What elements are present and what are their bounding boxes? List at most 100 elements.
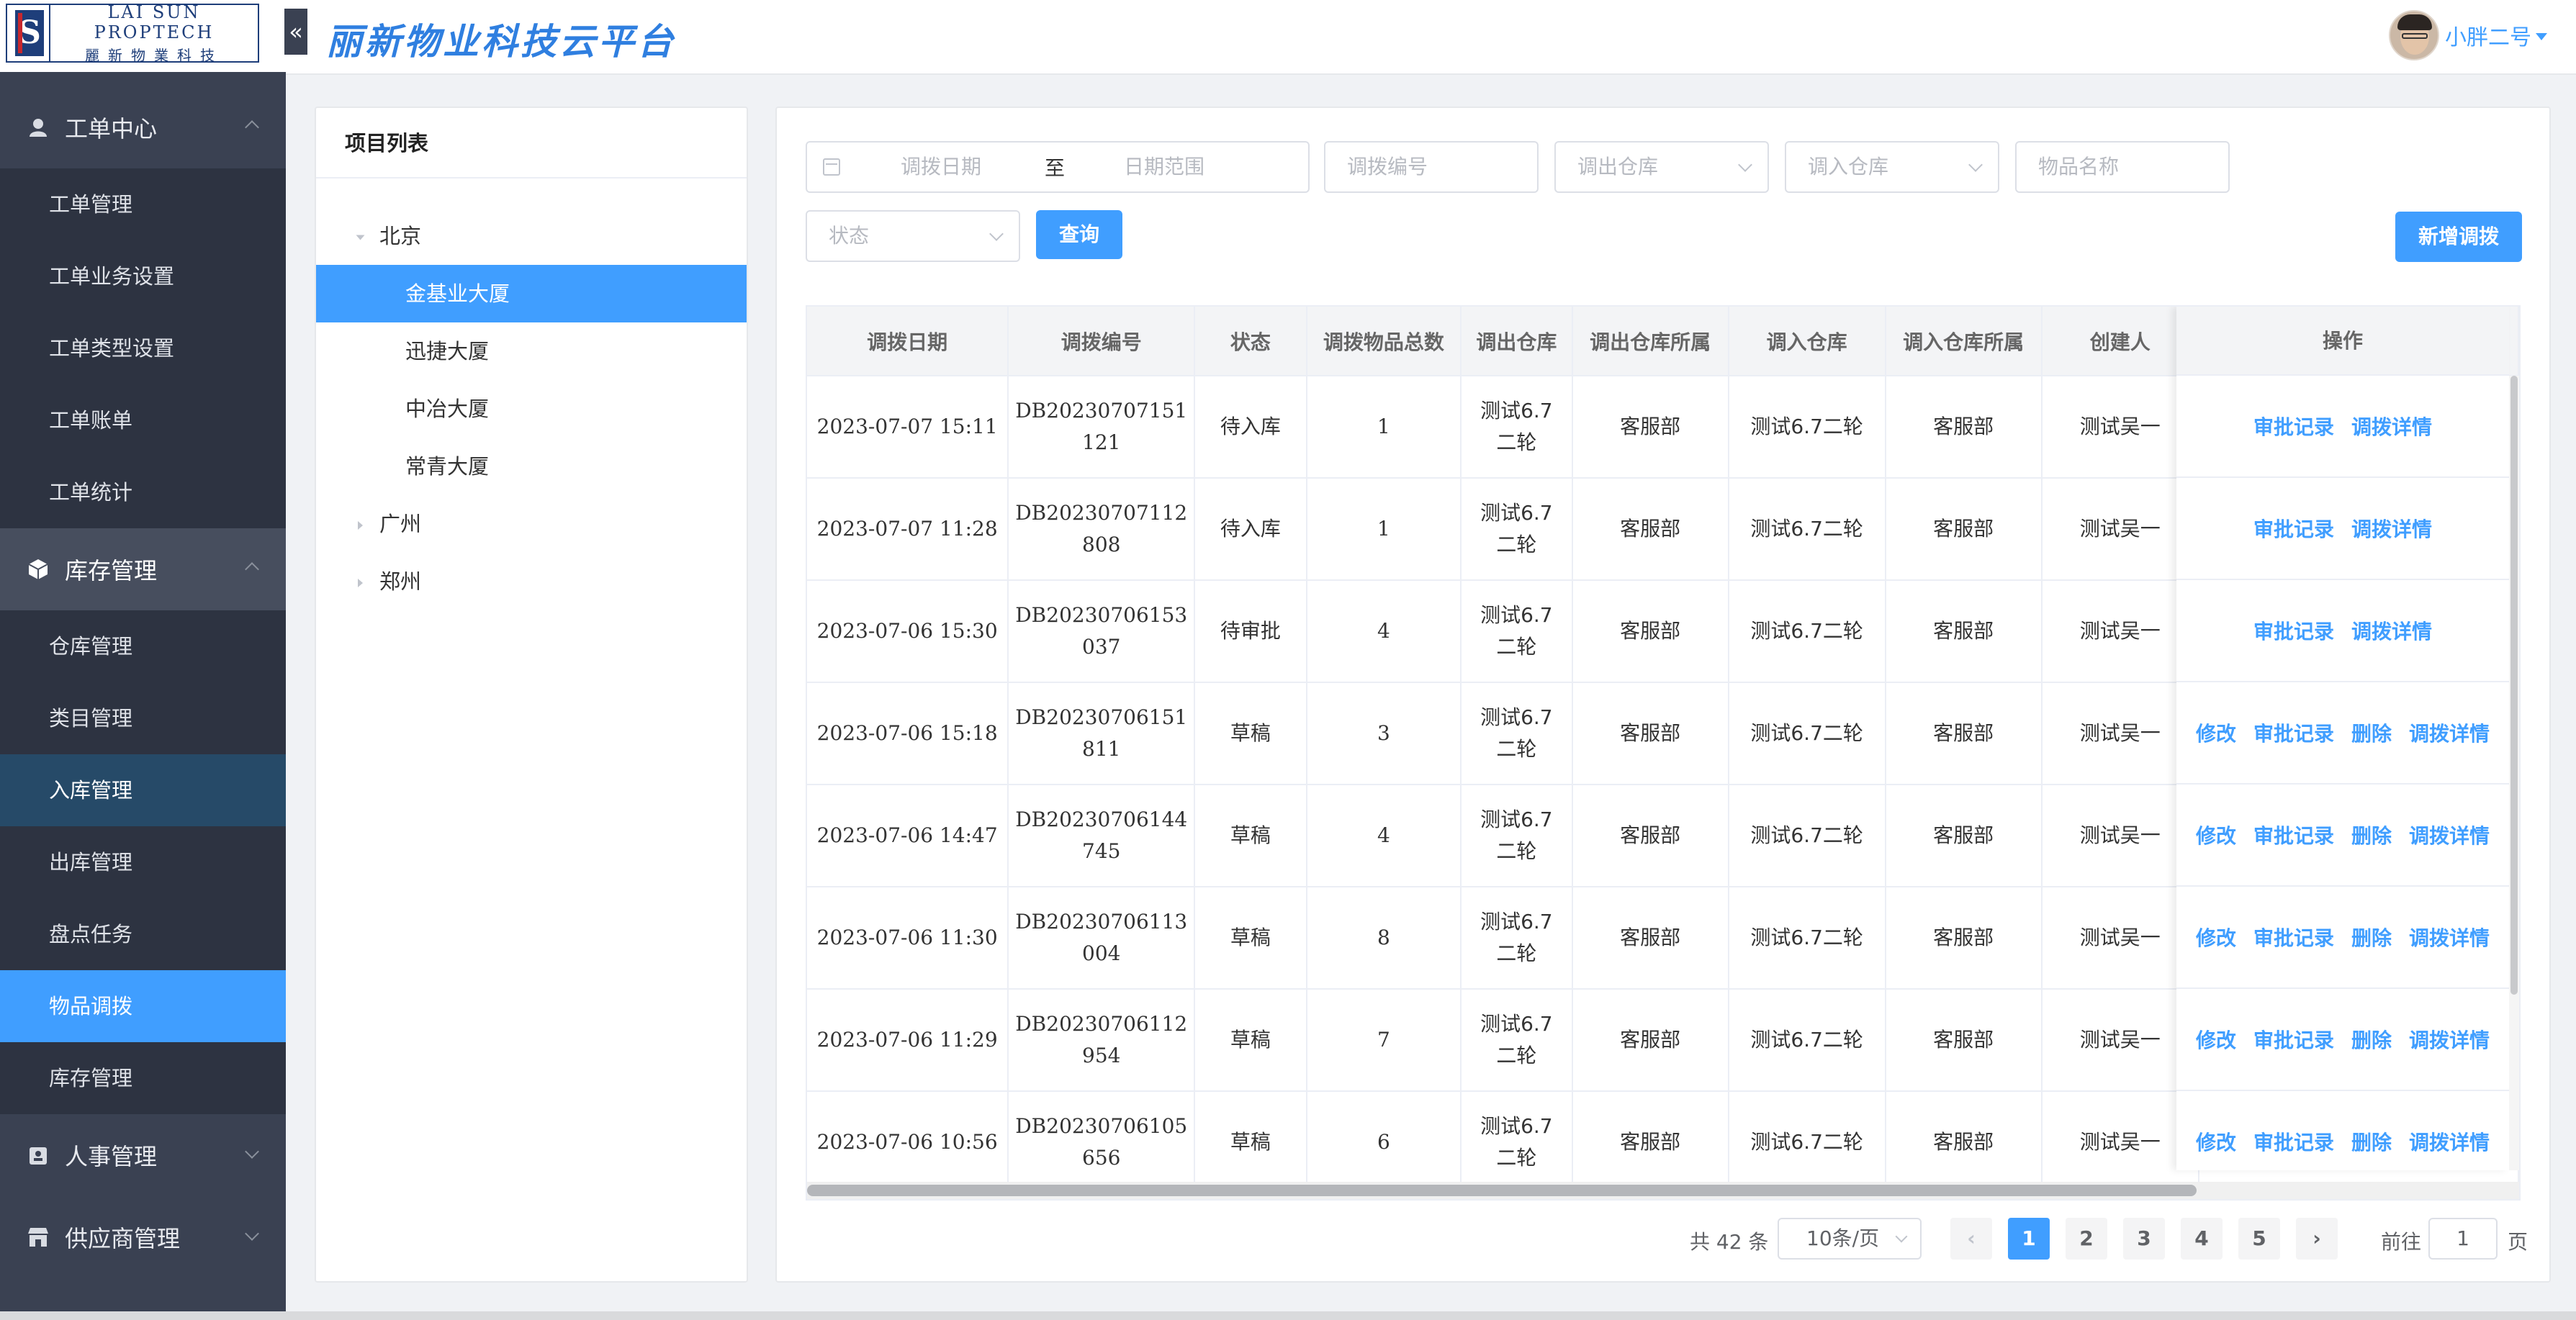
column-header[interactable]: 调入仓库	[1728, 307, 1886, 376]
transfer-detail-link[interactable]: 调拨详情	[2409, 1025, 2490, 1054]
tree-node-zhongye[interactable]: 中冶大厦	[316, 380, 747, 438]
approval-record-link[interactable]: 审批记录	[2253, 923, 2334, 951]
delete-link[interactable]: 删除	[2351, 718, 2392, 747]
next-page-button[interactable]: ›	[2296, 1218, 2338, 1260]
sidebar-item-workorder-stats[interactable]: 工单统计	[0, 456, 286, 528]
column-header[interactable]: 调出仓库所属	[1572, 307, 1729, 376]
sidebar-group-workorder[interactable]: 工单中心	[0, 86, 286, 168]
column-header[interactable]: 调拨物品总数	[1306, 307, 1462, 376]
caret-down-icon[interactable]	[356, 235, 365, 240]
prev-page-button[interactable]: ‹	[1950, 1218, 1992, 1260]
column-header[interactable]: 调入仓库所属	[1885, 307, 2043, 376]
sidebar-item-stocktake-task[interactable]: 盘点任务	[0, 898, 286, 970]
approval-record-link[interactable]: 审批记录	[2253, 514, 2334, 543]
sidebar-item-workorder-bill[interactable]: 工单账单	[0, 384, 286, 456]
sidebar-item-warehouse-manage[interactable]: 仓库管理	[0, 610, 286, 682]
cell-in-owner: 客服部	[1885, 376, 2043, 479]
vertical-scroll-thumb[interactable]	[2510, 376, 2518, 995]
sidebar-item-workorder-manage[interactable]: 工单管理	[0, 168, 286, 240]
column-header[interactable]: 调拨日期	[807, 307, 1009, 376]
sidebar-item-workorder-type-settings[interactable]: 工单类型设置	[0, 312, 286, 384]
page-button-4[interactable]: 4	[2181, 1218, 2223, 1260]
page-button-5[interactable]: 5	[2238, 1218, 2280, 1260]
edit-link[interactable]: 修改	[2196, 821, 2236, 849]
delete-link[interactable]: 删除	[2351, 1025, 2392, 1054]
tree-node-jinjiye[interactable]: 金基业大厦	[316, 265, 747, 322]
cell-creator: 测试吴一	[2041, 785, 2199, 887]
user-menu[interactable]: 小胖二号	[2389, 10, 2547, 60]
cell-count: 6	[1306, 1091, 1462, 1194]
cell-out-warehouse: 测试6.7二轮	[1461, 785, 1573, 887]
date-range-picker[interactable]: 调拨日期 至 日期范围	[806, 141, 1310, 193]
page-size-select[interactable]: 10条/页	[1778, 1218, 1922, 1260]
transfer-detail-link[interactable]: 调拨详情	[2409, 718, 2490, 747]
approval-record-link[interactable]: 审批记录	[2253, 412, 2334, 440]
pagination: 共 42 条 10条/页 ‹ 1 2 3 4 5 › 前往 1 页	[777, 1218, 2552, 1261]
horizontal-scrollbar[interactable]	[807, 1182, 2519, 1199]
page-button-3[interactable]: 3	[2123, 1218, 2165, 1260]
caret-right-icon[interactable]	[358, 579, 363, 587]
delete-link[interactable]: 删除	[2351, 821, 2392, 849]
tree-node-xunjie[interactable]: 迅捷大厦	[316, 322, 747, 380]
edit-link[interactable]: 修改	[2196, 718, 2236, 747]
caret-right-icon[interactable]	[358, 521, 363, 530]
sidebar-group-supplier[interactable]: 供应商管理	[0, 1196, 286, 1278]
approval-record-link[interactable]: 审批记录	[2253, 821, 2334, 849]
transfer-detail-link[interactable]: 调拨详情	[2409, 923, 2490, 951]
sidebar-group-inventory[interactable]: 库存管理	[0, 528, 286, 610]
transfer-detail-link[interactable]: 调拨详情	[2351, 412, 2432, 440]
goto-page-input[interactable]: 1	[2428, 1218, 2498, 1260]
date-range-separator: 至	[1045, 156, 1066, 180]
in-warehouse-select[interactable]: 调入仓库	[1785, 141, 1999, 193]
transfer-detail-link[interactable]: 调拨详情	[2409, 1127, 2490, 1156]
edit-link[interactable]: 修改	[2196, 1127, 2236, 1156]
column-header[interactable]: 创建人	[2041, 307, 2199, 376]
item-name-input[interactable]: 物品名称	[2015, 141, 2230, 193]
approval-record-link[interactable]: 审批记录	[2253, 616, 2334, 645]
sidebar-item-workorder-business-settings[interactable]: 工单业务设置	[0, 240, 286, 312]
sidebar-item-outbound-manage[interactable]: 出库管理	[0, 826, 286, 898]
tree-node-beijing[interactable]: 北京	[316, 207, 747, 265]
query-button[interactable]: 查询	[1036, 210, 1122, 259]
chevron-down-icon	[1968, 158, 1983, 172]
out-warehouse-select[interactable]: 调出仓库	[1554, 141, 1769, 193]
user-name[interactable]: 小胖二号	[2445, 19, 2531, 51]
sidebar-group-hr[interactable]: 人事管理	[0, 1114, 286, 1196]
edit-link[interactable]: 修改	[2196, 1025, 2236, 1054]
delete-link[interactable]: 删除	[2351, 1127, 2392, 1156]
approval-record-link[interactable]: 审批记录	[2253, 718, 2334, 747]
tree-node-zhengzhou[interactable]: 郑州	[316, 553, 747, 610]
tree-node-guangzhou[interactable]: 广州	[316, 495, 747, 553]
cell-code: DB20230707151121	[1008, 376, 1196, 479]
delete-link[interactable]: 删除	[2351, 923, 2392, 951]
approval-record-link[interactable]: 审批记录	[2253, 1127, 2334, 1156]
sidebar-item-inbound-manage[interactable]: 入库管理	[0, 754, 286, 826]
cell-count: 4	[1306, 580, 1462, 683]
transfer-code-input[interactable]: 调拨编号	[1324, 141, 1539, 193]
tree-node-label: 广州	[379, 512, 422, 536]
avatar[interactable]	[2389, 10, 2439, 60]
edit-link[interactable]: 修改	[2196, 923, 2236, 951]
column-header[interactable]: 调拨编号	[1008, 307, 1196, 376]
transfer-detail-link[interactable]: 调拨详情	[2351, 514, 2432, 543]
status-select[interactable]: 状态	[806, 210, 1020, 262]
approval-record-link[interactable]: 审批记录	[2253, 1025, 2334, 1054]
transfer-detail-link[interactable]: 调拨详情	[2351, 616, 2432, 645]
horizontal-scroll-thumb[interactable]	[807, 1185, 2197, 1196]
sidebar-item-category-manage[interactable]: 类目管理	[0, 682, 286, 754]
tree-node-changqing[interactable]: 常青大厦	[316, 438, 747, 495]
column-header[interactable]: 调出仓库	[1461, 307, 1573, 376]
date-end-placeholder[interactable]: 日期范围	[1124, 143, 1204, 191]
caret-down-icon[interactable]	[2536, 33, 2547, 40]
sidebar-item-inventory-manage[interactable]: 库存管理	[0, 1042, 286, 1114]
transfer-detail-link[interactable]: 调拨详情	[2409, 821, 2490, 849]
cell-creator: 测试吴一	[2041, 376, 2199, 479]
date-start-placeholder[interactable]: 调拨日期	[901, 143, 981, 191]
add-transfer-button[interactable]: 新增调拨	[2395, 212, 2522, 262]
sidebar-collapse-button[interactable]: «	[284, 9, 307, 55]
page-button-1[interactable]: 1	[2008, 1218, 2050, 1260]
vertical-scrollbar[interactable]	[2509, 376, 2519, 1170]
column-header[interactable]: 状态	[1194, 307, 1307, 376]
page-button-2[interactable]: 2	[2066, 1218, 2107, 1260]
sidebar-item-item-transfer[interactable]: 物品调拨	[0, 970, 286, 1042]
